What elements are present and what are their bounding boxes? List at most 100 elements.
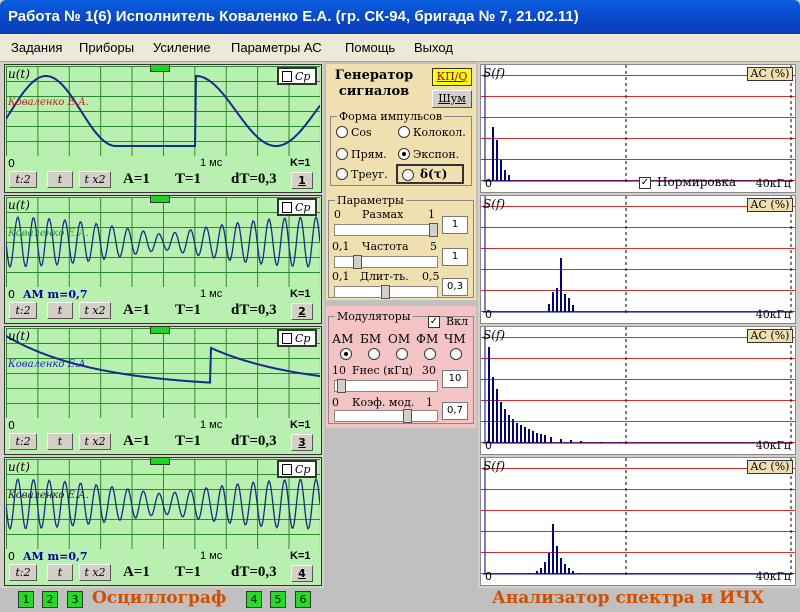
radio-rect[interactable]: Прям.	[336, 148, 387, 161]
freq-value[interactable]: 1	[442, 248, 468, 266]
time-double-button[interactable]: t x2	[79, 302, 111, 319]
slider-thumb[interactable]	[403, 409, 412, 423]
dur-slider[interactable]	[334, 285, 438, 299]
slider-thumb[interactable]	[353, 255, 362, 269]
waveform	[6, 75, 320, 147]
spec-ylabel: S(f)	[483, 328, 506, 342]
time-double-button[interactable]: t x2	[79, 171, 111, 188]
radio-dot	[336, 126, 348, 138]
radio-om[interactable]	[396, 348, 411, 361]
radio-bm[interactable]	[368, 348, 383, 361]
menu-tasks[interactable]: Задания	[11, 40, 62, 55]
time-double-button[interactable]: t x2	[79, 433, 111, 450]
mod-enable-label: Вкл	[446, 315, 468, 328]
radio-am[interactable]	[340, 348, 355, 361]
cp-toggle[interactable]: Cp	[277, 67, 317, 85]
cp-checkbox[interactable]	[282, 333, 292, 344]
ac-button[interactable]: AC (%)	[747, 198, 793, 212]
radio-fm[interactable]	[424, 348, 439, 361]
oscilloscope-panel: u(t) Коваленко Е.А. Cp 0 AM m=0,7 1 мс K=1 t:2 t…	[4, 457, 322, 586]
menu-instruments[interactable]: Приборы	[79, 40, 134, 55]
spectrum-panel: S(f) AC (%) 0 40кГц	[480, 457, 796, 586]
time-halve-button[interactable]: t:2	[9, 302, 37, 319]
spec-fmax: 40кГц	[755, 308, 791, 321]
fnes-max: 30	[422, 364, 436, 377]
osc-select-5[interactable]: 5	[270, 591, 286, 608]
radio-bell[interactable]: Колокол.	[398, 126, 466, 139]
amp-slider[interactable]	[334, 223, 438, 237]
radio-bell-label: Колокол.	[413, 126, 466, 139]
time-halve-button[interactable]: t:2	[9, 433, 37, 450]
time-halve-button[interactable]: t:2	[9, 564, 37, 581]
trigger-marker[interactable]	[150, 326, 170, 334]
dur-value[interactable]: 0,3	[442, 278, 468, 296]
pulse-form-legend: Форма импульсов	[339, 110, 443, 123]
time-reset-button[interactable]: t	[47, 302, 73, 319]
cp-checkbox[interactable]	[282, 71, 292, 82]
ac-button[interactable]: AC (%)	[747, 329, 793, 343]
osc-number-button[interactable]: 2	[291, 303, 313, 320]
noise-button[interactable]: Шум	[432, 90, 472, 108]
oscilloscope-panel: u(t) Коваленко Е.А. Cp 0 1 мс K=1 t:2 t t x2 A=1 T…	[4, 326, 322, 455]
cp-toggle[interactable]: Cp	[277, 198, 317, 216]
osc-select-2[interactable]: 2	[42, 591, 58, 608]
osc-select-3[interactable]: 3	[67, 591, 83, 608]
slider-thumb[interactable]	[381, 285, 390, 299]
mod-om-label: ОМ	[388, 332, 411, 346]
time-reset-button[interactable]: t	[47, 171, 73, 188]
menu-exit[interactable]: Выход	[414, 40, 453, 55]
slider-thumb[interactable]	[337, 379, 346, 393]
cp-toggle[interactable]: Cp	[277, 460, 317, 478]
osc-number-button[interactable]: 4	[291, 565, 313, 582]
osc-number-button[interactable]: 3	[291, 434, 313, 451]
time-halve-button[interactable]: t:2	[9, 171, 37, 188]
radio-delta[interactable]: δ(τ)	[396, 164, 464, 184]
osc-time-scale: 1 мс	[200, 157, 223, 169]
normalize-checkbox[interactable]: ✓	[639, 177, 651, 189]
mod-am-label: АМ	[332, 332, 354, 346]
kmod-slider[interactable]	[334, 409, 438, 423]
time-reset-button[interactable]: t	[47, 564, 73, 581]
amp-value[interactable]: 1	[442, 216, 468, 234]
osc-select-6[interactable]: 6	[295, 591, 311, 608]
menu-gain[interactable]: Усиление	[153, 40, 211, 55]
amp-max: 1	[428, 208, 435, 221]
cp-toggle[interactable]: Cp	[277, 329, 317, 347]
param-dt: dT=0,3	[231, 564, 277, 580]
freq-max: 5	[430, 240, 437, 253]
radio-exp[interactable]: Экспон.	[398, 148, 459, 161]
radio-dot	[336, 168, 348, 180]
osc-number-button[interactable]: 1	[291, 172, 313, 189]
ac-button[interactable]: AC (%)	[747, 67, 793, 81]
time-double-button[interactable]: t x2	[79, 564, 111, 581]
osc-controls: t:2 t t x2 A=1 T=1 dT=0,3 4	[5, 564, 321, 584]
freq-slider[interactable]	[334, 255, 438, 269]
trigger-marker[interactable]	[150, 64, 170, 72]
kpq-button[interactable]: КП/Q	[432, 68, 472, 86]
ac-button[interactable]: AC (%)	[747, 460, 793, 474]
slider-thumb[interactable]	[429, 223, 438, 237]
fnes-slider[interactable]	[334, 379, 438, 393]
kmod-value[interactable]: 0,7	[442, 402, 468, 420]
radio-dot	[368, 348, 380, 360]
radio-cos[interactable]: Cos	[336, 126, 372, 139]
trigger-marker[interactable]	[150, 195, 170, 203]
mod-enable-checkbox[interactable]: ✓	[428, 316, 440, 328]
osc-select-4[interactable]: 4	[246, 591, 262, 608]
cp-checkbox[interactable]	[282, 464, 292, 475]
fnes-value[interactable]: 10	[442, 370, 468, 388]
menu-help[interactable]: Помощь	[345, 40, 395, 55]
time-reset-button[interactable]: t	[47, 433, 73, 450]
spectrum-panel: S(f) AC (%) 0 40кГц	[480, 195, 796, 324]
waveform-trace	[6, 215, 320, 269]
menu-ac-params[interactable]: Параметры АС	[231, 40, 322, 55]
radio-tri[interactable]: Треуг.	[336, 168, 388, 181]
cp-checkbox[interactable]	[282, 202, 292, 213]
trigger-marker[interactable]	[150, 457, 170, 465]
spec-fmax: 40кГц	[755, 177, 791, 190]
osc-author: Коваленко Е.А.	[8, 359, 89, 370]
cp-label: Cp	[295, 463, 311, 476]
radio-chm[interactable]	[450, 348, 465, 361]
osc-select-1[interactable]: 1	[18, 591, 34, 608]
param-period: T=1	[175, 564, 202, 580]
